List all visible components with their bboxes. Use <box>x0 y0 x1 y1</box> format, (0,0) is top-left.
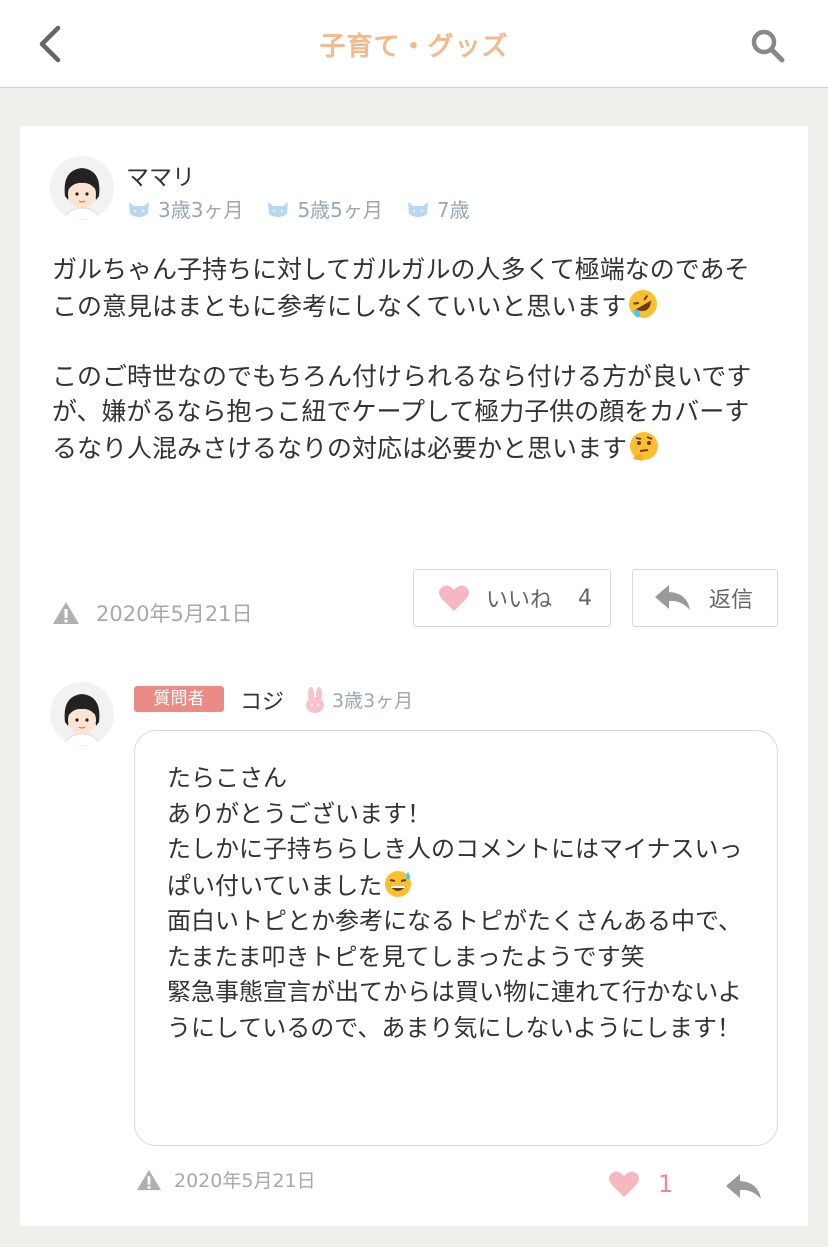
post-body: ガルちゃん子持ちに対してガルガルの人多くて極端なのであそこの意見はまともに参考に… <box>52 252 772 466</box>
sweat-smile-emoji <box>385 870 412 897</box>
reply-line: ありがとうございます！ <box>167 799 431 828</box>
reply-username[interactable]: コジ <box>240 684 284 716</box>
app-header: 子育て・グッズ <box>0 0 828 88</box>
kid-tag: 5歳5ヶ月 <box>265 194 383 223</box>
kid-age: 3歳3ヶ月 <box>158 198 244 222</box>
avatar[interactable] <box>50 156 114 220</box>
kid-age: 5歳5ヶ月 <box>297 198 383 222</box>
reply-arrow-icon <box>655 585 690 610</box>
like-button[interactable]: いいね 4 <box>413 569 611 627</box>
reply-bubble: たらこさん ありがとうございます！ たしかに子持ちらしき人のコメントにはマイナス… <box>134 730 778 1146</box>
answer-card: ママリ 3歳3ヶ月 5歳5ヶ月 7歳 ガルちゃん子持ちに対してガルガルの人多くて… <box>20 126 808 1226</box>
reply-arrow-icon <box>726 1174 761 1199</box>
warning-icon[interactable] <box>136 1168 162 1192</box>
user-avatar-icon <box>50 682 114 746</box>
user-avatar-icon <box>50 156 114 220</box>
reply-line: たらこさん <box>167 764 287 792</box>
reply-button[interactable]: 返信 <box>632 569 778 627</box>
reply-line: 面白いトピとか参考になるトピがたくさんある中で、たまたま叩きトピを見てしまったよ… <box>167 907 743 971</box>
thinking-emoji <box>630 432 659 461</box>
kid-tag: 3歳3ヶ月 <box>304 686 413 713</box>
reply-like-button[interactable]: 1 <box>608 1170 673 1198</box>
post-username[interactable]: ママリ <box>126 158 195 192</box>
kid-bunny-icon <box>306 686 324 713</box>
post-meta: 2020年5月21日 <box>52 598 253 628</box>
search-icon <box>751 29 785 63</box>
reply-like-count: 1 <box>658 1170 674 1198</box>
heart-icon <box>609 1171 639 1197</box>
like-label: いいね <box>486 588 553 613</box>
like-count: 4 <box>578 585 593 611</box>
reply-date: 2020年5月21日 <box>174 1170 316 1192</box>
reply-line: 緊急事態宣言が出てからは買い物に連れて行かないようにしているので、あまり気にしな… <box>167 978 742 1042</box>
kid-tags: 3歳3ヶ月 5歳5ヶ月 7歳 <box>126 194 470 223</box>
post-paragraph: ガルちゃん子持ちに対してガルガルの人多くて極端なのであそこの意見はまともに参考に… <box>52 252 772 324</box>
questioner-badge: 質問者 <box>134 686 224 712</box>
kid-cat-icon <box>407 201 428 217</box>
rofl-emoji <box>629 290 658 318</box>
search-button[interactable] <box>748 26 788 66</box>
avatar[interactable] <box>50 682 114 746</box>
kid-age: 7歳 <box>436 198 470 222</box>
post-paragraph: このご時世なのでもちろん付けられるなら付ける方が良いですが、嫌がるなら抱っこ紐で… <box>52 362 752 463</box>
kid-cat-icon <box>129 201 149 217</box>
post-date: 2020年5月21日 <box>96 602 253 626</box>
kid-tag: 7歳 <box>405 194 470 223</box>
heart-icon <box>439 585 469 611</box>
kid-cat-icon <box>268 201 289 217</box>
reply-line: たしかに子持ちらしき人のコメントにはマイナスいっぱい付いていました <box>167 835 743 900</box>
kid-tag: 3歳3ヶ月 <box>126 194 243 223</box>
kid-tags: 3歳3ヶ月 <box>304 686 413 713</box>
reply-meta: 2020年5月21日 <box>136 1166 316 1193</box>
reply-reply-button[interactable] <box>724 1172 764 1206</box>
kid-age: 3歳3ヶ月 <box>332 690 414 712</box>
reply-label: 返信 <box>709 588 754 613</box>
post-paragraph-spacer <box>52 324 772 359</box>
page-title: 子育て・グッズ <box>319 32 509 62</box>
warning-icon[interactable] <box>52 600 80 626</box>
